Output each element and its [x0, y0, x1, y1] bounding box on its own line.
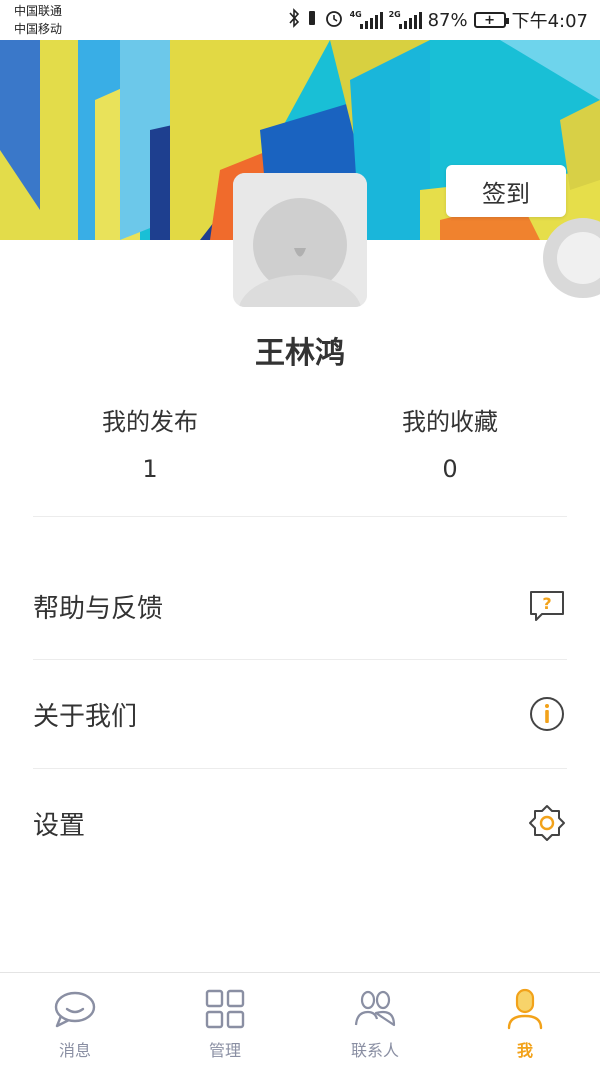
menu-item-label: 帮助与反馈 [33, 593, 164, 624]
vibrate-icon [306, 8, 318, 33]
grid-icon [203, 987, 247, 1031]
clock-time: 下午4:07 [511, 11, 588, 32]
battery-icon: + [473, 12, 509, 28]
menu-item-settings[interactable]: 设置 [33, 769, 567, 877]
tab-label: 管理 [208, 1041, 241, 1060]
alarm-icon [324, 8, 344, 33]
tab-label: 消息 [58, 1041, 91, 1060]
bluetooth-icon [288, 7, 300, 33]
default-avatar-icon [233, 173, 367, 307]
carrier-2: 中国移动 [14, 22, 63, 36]
contacts-icon [353, 987, 397, 1031]
tab-me[interactable]: 我 [450, 973, 600, 1067]
stat-posts-value: 1 [142, 455, 158, 483]
signin-button[interactable]: 签到 [446, 165, 566, 217]
battery-percent: 87% [427, 9, 468, 31]
menu-item-help-feedback[interactable]: 帮助与反馈 ? [33, 552, 567, 660]
stat-favorites-label: 我的收藏 [402, 408, 498, 436]
network-2-label: 2G [388, 10, 401, 19]
stat-favorites-value: 0 [442, 455, 458, 483]
stat-posts-label: 我的发布 [102, 408, 198, 436]
stat-my-posts[interactable]: 我的发布 1 [0, 405, 300, 483]
signal-2g-icon: 2G [388, 10, 422, 29]
status-icons: 4G 2G 87% + 下午4:07 [288, 7, 588, 33]
gear-icon [527, 803, 567, 843]
signal-4g-icon: 4G [349, 10, 383, 29]
tab-manage[interactable]: 管理 [150, 973, 300, 1067]
tab-contacts[interactable]: 联系人 [300, 973, 450, 1067]
menu-item-label: 关于我们 [33, 701, 138, 732]
person-icon [503, 987, 547, 1031]
network-1-label: 4G [349, 10, 362, 19]
tab-label: 我 [516, 1041, 533, 1060]
tab-messages[interactable]: 消息 [0, 973, 150, 1067]
tab-label: 联系人 [350, 1041, 399, 1060]
info-icon [527, 694, 567, 734]
menu-item-label: 设置 [33, 810, 86, 841]
username: 王林鸿 [255, 336, 345, 371]
status-bar: 中国联通 中国移动 4G 2G 87% + 下午4:07 [0, 0, 600, 40]
message-bubble-icon [53, 987, 97, 1031]
stat-my-favorites[interactable]: 我的收藏 0 [300, 405, 600, 483]
divider [33, 516, 567, 517]
bottom-tab-bar: 消息 管理 联系人 我 [0, 972, 600, 1067]
carrier-1: 中国联通 [14, 4, 63, 18]
menu-item-about-us[interactable]: 关于我们 [33, 660, 567, 768]
avatar[interactable] [233, 173, 367, 307]
svg-text:?: ? [542, 594, 551, 613]
help-question-icon: ? [527, 586, 567, 626]
profile-stats: 我的发布 1 我的收藏 0 [0, 405, 600, 495]
